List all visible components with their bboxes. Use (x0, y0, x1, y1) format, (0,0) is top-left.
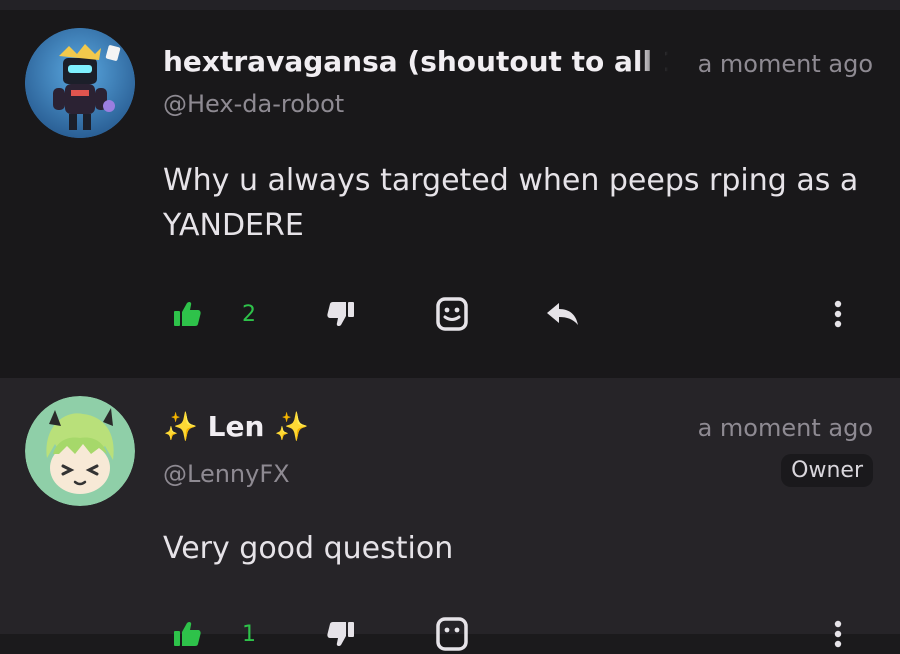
user-handle[interactable]: @Hex-da-robot (163, 90, 344, 118)
green-haired-character-avatar-icon (25, 396, 135, 506)
like-button[interactable] (170, 294, 204, 334)
thumbs-down-icon (327, 302, 354, 327)
dislike-button[interactable] (324, 294, 358, 334)
comment-actions: 1 (0, 614, 900, 654)
reply-icon (547, 303, 578, 325)
owner-badge: Owner (781, 454, 873, 487)
thumbs-up-icon (174, 301, 201, 326)
more-vertical-icon (834, 620, 842, 648)
more-options-button[interactable] (826, 294, 850, 334)
display-name[interactable]: ✨ Len ✨ (163, 410, 309, 443)
comment-body: Why u always targeted when peeps rping a… (163, 163, 859, 243)
like-button[interactable] (170, 614, 204, 654)
like-count: 1 (242, 621, 256, 647)
dislike-button[interactable] (324, 614, 358, 654)
reply-button[interactable] (543, 294, 583, 334)
like-count: 2 (242, 301, 256, 327)
thumbs-down-icon (327, 622, 354, 647)
display-name[interactable]: hextravagansa (shoutout to all 1 (163, 45, 678, 78)
user-handle[interactable]: @LennyFX (163, 460, 290, 488)
emoji-react-icon (436, 617, 468, 651)
comment-card: ✨ Len ✨ @LennyFX a moment ago Owner Very… (0, 378, 900, 651)
timestamp: a moment ago (697, 50, 873, 78)
timestamp: a moment ago (697, 414, 873, 442)
comment-body: Very good question (163, 531, 454, 566)
more-options-button[interactable] (826, 614, 850, 654)
comment-actions: 2 (0, 294, 900, 334)
emoji-react-button[interactable] (433, 294, 471, 334)
comment-card: hextravagansa (shoutout to all 1 @Hex-da… (0, 10, 900, 378)
top-bar (0, 0, 900, 10)
emoji-react-button[interactable] (433, 614, 471, 654)
robot-avatar-icon (25, 28, 135, 138)
thumbs-up-icon (174, 621, 201, 646)
emoji-react-icon (436, 297, 468, 331)
avatar[interactable] (25, 396, 135, 506)
more-vertical-icon (834, 300, 842, 328)
avatar[interactable] (25, 28, 135, 138)
name-fade (638, 45, 678, 78)
